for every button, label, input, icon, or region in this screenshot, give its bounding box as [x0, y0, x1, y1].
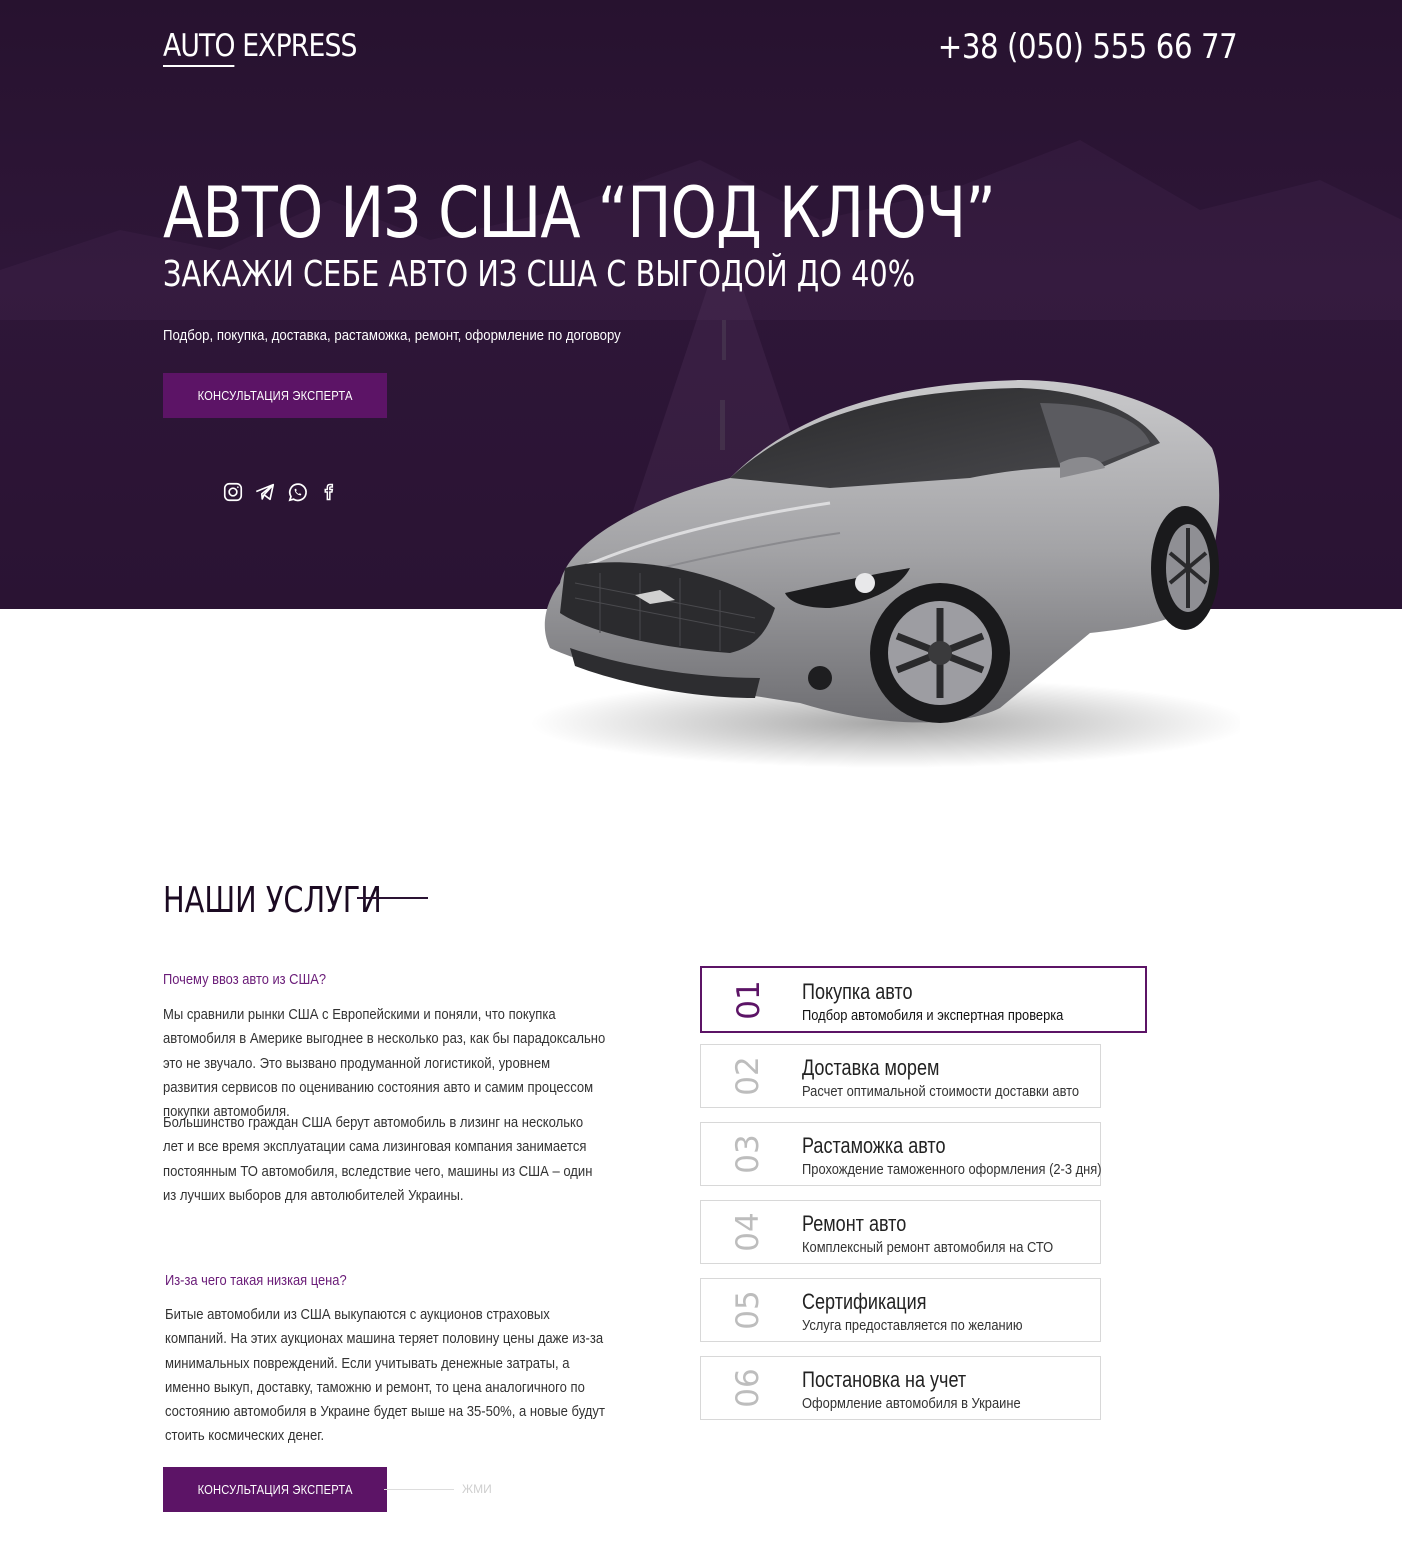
consult-button-hero[interactable]: КОНСУЛЬТАЦИЯ ЭКСПЕРТА [163, 373, 387, 418]
service-number: 05 [730, 1290, 766, 1330]
service-description: Комплексный ремонт автомобиля на СТО [802, 1239, 1054, 1256]
consult-button-label: КОНСУЛЬТАЦИЯ ЭКСПЕРТА [197, 1482, 353, 1497]
whatsapp-icon[interactable] [285, 480, 309, 504]
press-hint-line [384, 1489, 454, 1490]
service-card-repair[interactable]: 04 Ремонт авто Комплексный ремонт автомо… [700, 1200, 1101, 1264]
service-card-shipping[interactable]: 02 Доставка морем Расчет оптимальной сто… [700, 1044, 1101, 1108]
paragraph-why-usa-2: Большинство граждан США берут автомобиль… [163, 1114, 593, 1204]
service-title: Растаможка авто [802, 1133, 946, 1158]
hero-subtitle: ЗАКАЖИ СЕБЕ АВТО ИЗ США С ВЫГОДОЙ ДО 40% [163, 254, 916, 295]
hero-lead-text: Подбор, покупка, доставка, растаможка, р… [163, 327, 621, 344]
logo-auto-text: AUTO [163, 28, 235, 67]
telegram-icon[interactable] [253, 480, 277, 504]
service-title: Покупка авто [802, 979, 913, 1004]
facebook-icon[interactable] [317, 480, 341, 504]
service-description: Услуга предоставляется по желанию [802, 1317, 1023, 1334]
site-logo[interactable]: AUTO EXPRESS [163, 28, 357, 67]
service-description: Подбор автомобиля и экспертная проверка [802, 1007, 1064, 1024]
car-image [530, 380, 1240, 768]
service-card-certification[interactable]: 05 Сертификация Услуга предоставляется п… [700, 1278, 1101, 1342]
header-phone[interactable]: +38 (050) 555 66 77 [937, 27, 1237, 67]
service-description: Расчет оптимальной стоимости доставки ав… [802, 1083, 1080, 1100]
services-title: НАШИ УСЛУГИ [163, 880, 382, 921]
consult-button-services[interactable]: КОНСУЛЬТАЦИЯ ЭКСПЕРТА [163, 1467, 387, 1512]
paragraph-why-usa-1: Мы сравнили рынки США с Европейскими и п… [163, 1006, 606, 1121]
consult-button-label: КОНСУЛЬТАЦИЯ ЭКСПЕРТА [197, 388, 353, 403]
paragraph-low-price: Битые автомобили из США выкупаются с аук… [165, 1306, 605, 1445]
question-low-price: Из-за чего такая низкая цена? [165, 1272, 347, 1289]
service-number: 01 [731, 979, 767, 1020]
service-card-customs[interactable]: 03 Растаможка авто Прохождение таможенно… [700, 1122, 1102, 1186]
press-hint: ЖМИ [462, 1482, 492, 1496]
logo-express-text: EXPRESS [234, 28, 357, 64]
service-card-registration[interactable]: 06 Постановка на учет Оформление автомоб… [700, 1356, 1101, 1420]
service-number: 04 [730, 1212, 766, 1252]
service-number: 02 [730, 1056, 766, 1096]
service-number: 06 [730, 1368, 766, 1408]
service-card-purchase[interactable]: 01 Покупка авто Подбор автомобиля и эксп… [700, 966, 1147, 1033]
service-title: Сертификация [802, 1289, 927, 1314]
service-description: Оформление автомобиля в Украине [802, 1395, 1021, 1412]
service-description: Прохождение таможенного оформления (2-3 … [802, 1161, 1102, 1178]
services-title-divider [357, 897, 428, 899]
instagram-icon[interactable] [221, 480, 245, 504]
service-number: 03 [730, 1134, 766, 1174]
service-title: Постановка на учет [802, 1367, 967, 1392]
service-title: Ремонт авто [802, 1211, 907, 1236]
question-why-usa: Почему ввоз авто из США? [163, 971, 327, 988]
social-links [221, 480, 341, 504]
service-title: Доставка морем [802, 1055, 940, 1080]
hero-title: АВТО ИЗ США “ПОД КЛЮЧ” [163, 172, 996, 254]
